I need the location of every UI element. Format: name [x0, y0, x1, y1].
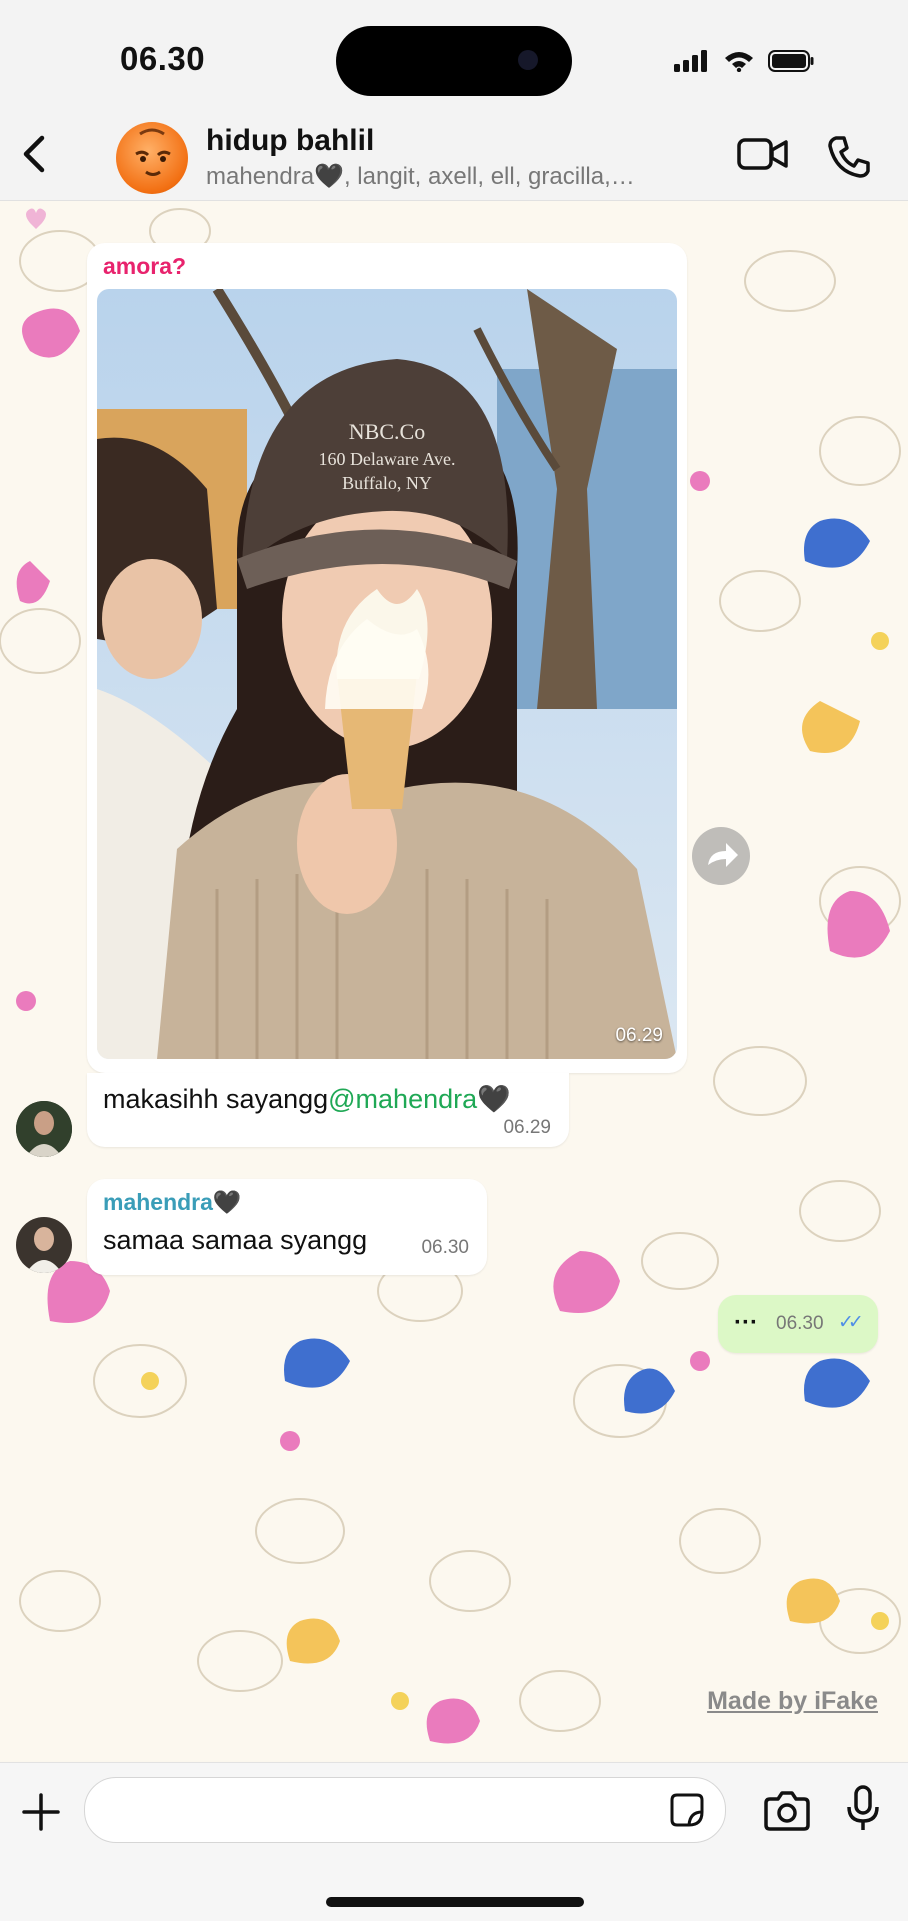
camera-dot	[518, 50, 538, 70]
camera-icon[interactable]	[764, 1789, 810, 1831]
message-timestamp: 06.29	[503, 1117, 551, 1138]
text-message-bubble[interactable]: mahendra🖤 samaa samaa syangg 06.30	[87, 1179, 487, 1275]
group-avatar[interactable]	[116, 122, 188, 194]
chat-header: hidup bahlil mahendra🖤, langit, axell, e…	[0, 110, 908, 201]
home-indicator[interactable]	[326, 1897, 584, 1907]
dynamic-island	[336, 26, 572, 96]
message-timestamp: 06.30	[421, 1237, 469, 1258]
mention-link[interactable]: @mahendra🖤	[328, 1084, 511, 1114]
message-body: makasihh sayangg	[103, 1084, 329, 1114]
microphone-icon[interactable]	[846, 1785, 880, 1833]
photo-timestamp: 06.29	[615, 1025, 663, 1046]
selfie-image: NBC.Co 160 Delaware Ave. Buffalo, NY	[97, 289, 677, 1059]
message-input[interactable]	[84, 1777, 726, 1843]
signal-icon	[674, 50, 707, 72]
status-bar: 06.30	[0, 0, 908, 110]
message-sender: amora?	[103, 253, 187, 279]
read-ticks-icon: ✓✓	[838, 1312, 864, 1333]
svg-text:NBC.Co: NBC.Co	[349, 419, 425, 444]
sender-avatar[interactable]	[16, 1101, 72, 1157]
message-photo[interactable]: NBC.Co 160 Delaware Ave. Buffalo, NY 06.…	[97, 289, 677, 1059]
plus-icon[interactable]	[20, 1791, 62, 1833]
message-input-bar	[0, 1762, 908, 1921]
battery-icon	[768, 50, 814, 72]
text-message-bubble[interactable]: makasihh sayangg@mahendra🖤 06.29	[87, 1073, 569, 1147]
phone-call-icon[interactable]	[826, 134, 872, 180]
svg-text:Buffalo, NY: Buffalo, NY	[342, 473, 432, 493]
watermark: Made by iFake	[707, 1687, 878, 1715]
message-body: ···	[734, 1309, 758, 1336]
message-timestamp: 06.30	[776, 1313, 824, 1334]
sender-avatar[interactable]	[16, 1217, 72, 1273]
message-sender: mahendra🖤	[103, 1189, 242, 1215]
forward-button[interactable]	[692, 827, 750, 885]
orange-face-icon	[135, 128, 171, 176]
group-members[interactable]: mahendra🖤, langit, axell, ell, gracilla,…	[206, 162, 716, 191]
message-text: makasihh sayangg@mahendra🖤	[103, 1083, 511, 1115]
video-call-icon[interactable]	[736, 134, 790, 174]
group-title[interactable]: hidup bahlil	[206, 124, 374, 158]
sticker-icon[interactable]	[669, 1792, 705, 1828]
svg-text:160 Delaware Ave.: 160 Delaware Ave.	[318, 449, 455, 469]
status-icons	[674, 50, 814, 72]
photo-message-bubble[interactable]: amora? NBC.Co 160 Delaware Ave. Buffalo,…	[87, 243, 687, 1073]
avatar-photo	[16, 1217, 72, 1273]
wifi-icon	[725, 52, 753, 72]
chat-area[interactable]: amora? NBC.Co 160 Delaware Ave. Buffalo,…	[0, 201, 908, 1761]
back-chevron-icon[interactable]	[14, 132, 54, 176]
forward-arrow-icon	[708, 843, 738, 867]
status-time: 06.30	[120, 40, 206, 77]
outgoing-message-bubble[interactable]: ··· 06.30 ✓✓	[718, 1295, 878, 1353]
avatar-photo	[16, 1101, 72, 1157]
message-body: samaa samaa syangg	[103, 1225, 368, 1255]
